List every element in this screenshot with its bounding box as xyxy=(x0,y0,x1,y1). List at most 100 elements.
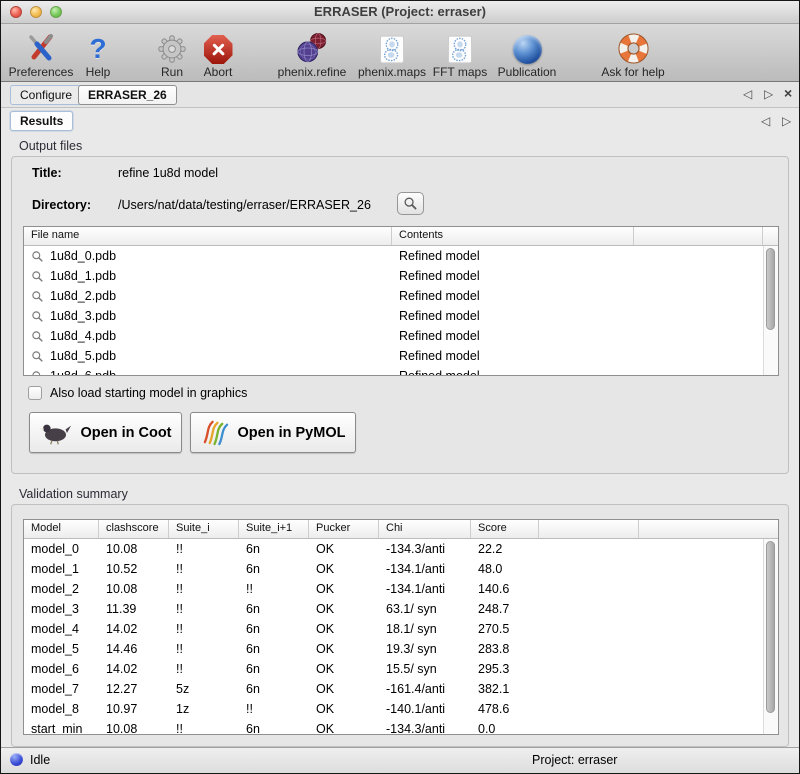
tab-configure[interactable]: Configure xyxy=(10,85,82,105)
tab-erraser-26[interactable]: ERRASER_26 xyxy=(78,85,177,105)
validation-section-title: Validation summary xyxy=(19,487,128,501)
column-header-contents[interactable]: Contents xyxy=(392,227,634,245)
validation-row[interactable]: model_8 10.97 1z !! OK -140.1/anti 478.6 xyxy=(24,699,778,719)
validation-row[interactable]: model_1 10.52 !! 6n OK -134.1/anti 48.0 xyxy=(24,559,778,579)
column-header-empty[interactable] xyxy=(634,227,763,245)
toolbar-item-ask-for-help[interactable]: Ask for help xyxy=(595,27,671,79)
tab-close-icon[interactable]: × xyxy=(784,85,792,101)
cell-suite-i: !! xyxy=(169,722,239,735)
cell-chi: -140.1/anti xyxy=(379,702,471,716)
magnifier-icon xyxy=(31,330,44,343)
file-row[interactable]: 1u8d_2.pdb Refined model xyxy=(24,286,778,306)
cell-clashscore: 12.27 xyxy=(99,682,169,696)
column-header-clashscore[interactable]: clashscore xyxy=(99,520,169,538)
cell-score: 48.0 xyxy=(471,562,539,576)
file-table-scrollbar[interactable] xyxy=(763,246,778,375)
stop-icon xyxy=(204,27,233,66)
cell-score: 140.6 xyxy=(471,582,539,596)
cell-chi: 18.1/ syn xyxy=(379,622,471,636)
file-row[interactable]: 1u8d_4.pdb Refined model xyxy=(24,326,778,346)
file-name: 1u8d_0.pdb xyxy=(50,249,116,263)
load-starting-model-checkbox[interactable] xyxy=(28,386,42,400)
tab-results[interactable]: Results xyxy=(10,111,73,131)
file-name: 1u8d_2.pdb xyxy=(50,289,116,303)
cell-clashscore: 10.52 xyxy=(99,562,169,576)
file-row[interactable]: 1u8d_1.pdb Refined model xyxy=(24,266,778,286)
file-row[interactable]: 1u8d_5.pdb Refined model xyxy=(24,346,778,366)
cell-score: 283.8 xyxy=(471,642,539,656)
cell-chi: 15.5/ syn xyxy=(379,662,471,676)
cell-score: 270.5 xyxy=(471,622,539,636)
cell-suite-i1: !! xyxy=(239,702,309,716)
validation-row[interactable]: model_3 11.39 !! 6n OK 63.1/ syn 248.7 xyxy=(24,599,778,619)
lifebuoy-icon xyxy=(618,27,649,66)
file-row[interactable]: 1u8d_6.pdb Refined model xyxy=(24,366,778,376)
toolbar: Preferences ? Help xyxy=(1,24,799,82)
validation-row[interactable]: model_7 12.27 5z 6n OK -161.4/anti 382.1 xyxy=(24,679,778,699)
cell-pucker: OK xyxy=(309,602,379,616)
file-contents: Refined model xyxy=(392,349,634,363)
file-row[interactable]: 1u8d_0.pdb Refined model xyxy=(24,246,778,266)
validation-row[interactable]: model_4 14.02 !! 6n OK 18.1/ syn 270.5 xyxy=(24,619,778,639)
validation-row[interactable]: model_6 14.02 !! 6n OK 15.5/ syn 295.3 xyxy=(24,659,778,679)
density-map-icon xyxy=(380,27,404,66)
cell-chi: -134.1/anti xyxy=(379,562,471,576)
cell-pucker: OK xyxy=(309,562,379,576)
toolbar-item-run[interactable]: Run xyxy=(149,27,195,79)
column-header-chi[interactable]: Chi xyxy=(379,520,471,538)
validation-row[interactable]: start_min 10.08 !! 6n OK -134.3/anti 0.0 xyxy=(24,719,778,735)
cell-model: model_3 xyxy=(24,602,99,616)
column-header-score[interactable]: Score xyxy=(471,520,539,538)
cell-suite-i: !! xyxy=(169,582,239,596)
cell-chi: -134.3/anti xyxy=(379,722,471,735)
toolbar-item-phenix-refine[interactable]: phenix.refine xyxy=(271,27,353,79)
column-header-pucker[interactable]: Pucker xyxy=(309,520,379,538)
cell-suite-i: !! xyxy=(169,542,239,556)
validation-row[interactable]: model_5 14.46 !! 6n OK 19.3/ syn 283.8 xyxy=(24,639,778,659)
molecule-spheres-icon xyxy=(295,27,329,66)
file-name: 1u8d_5.pdb xyxy=(50,349,116,363)
file-contents: Refined model xyxy=(392,309,634,323)
validation-table-scrollbar[interactable] xyxy=(763,539,778,734)
cell-chi: 19.3/ syn xyxy=(379,642,471,656)
magnifier-icon xyxy=(31,370,44,377)
toolbar-item-preferences[interactable]: Preferences xyxy=(3,27,79,79)
open-in-pymol-button[interactable]: Open in PyMOL xyxy=(190,412,356,453)
toolbar-item-phenix-maps[interactable]: phenix.maps xyxy=(355,27,429,79)
toolbar-label: phenix.refine xyxy=(278,66,347,79)
toolbar-item-publication[interactable]: Publication xyxy=(491,27,563,79)
open-in-coot-label: Open in Coot xyxy=(80,425,171,441)
toolbar-label: Abort xyxy=(204,66,233,79)
validation-row[interactable]: model_0 10.08 !! 6n OK -134.3/anti 22.2 xyxy=(24,539,778,559)
tab-scroll-left-icon[interactable]: ◁ xyxy=(743,87,752,101)
toolbar-item-help[interactable]: ? Help xyxy=(79,27,117,79)
column-header-empty[interactable] xyxy=(539,520,639,538)
status-indicator-icon xyxy=(10,753,23,766)
cell-clashscore: 10.08 xyxy=(99,722,169,735)
validation-row[interactable]: model_2 10.08 !! !! OK -134.1/anti 140.6 xyxy=(24,579,778,599)
scrollbar-thumb[interactable] xyxy=(766,541,775,713)
cell-pucker: OK xyxy=(309,722,379,735)
browse-directory-button[interactable] xyxy=(397,192,424,215)
column-header-model[interactable]: Model xyxy=(24,520,99,538)
globe-icon xyxy=(513,27,542,66)
subtab-scroll-left-icon[interactable]: ◁ xyxy=(761,114,770,128)
magnifier-icon xyxy=(31,250,44,263)
file-row[interactable]: 1u8d_3.pdb Refined model xyxy=(24,306,778,326)
open-in-coot-button[interactable]: Open in Coot xyxy=(29,412,182,453)
tab-scroll-right-icon[interactable]: ▷ xyxy=(764,87,773,101)
cell-clashscore: 10.08 xyxy=(99,542,169,556)
window-title: ERRASER (Project: erraser) xyxy=(1,4,799,19)
toolbar-item-abort[interactable]: Abort xyxy=(193,27,243,79)
toolbar-item-fft-maps[interactable]: FFT maps xyxy=(429,27,491,79)
cell-score: 382.1 xyxy=(471,682,539,696)
column-header-suite-i1[interactable]: Suite_i+1 xyxy=(239,520,309,538)
title-bar: ERRASER (Project: erraser) xyxy=(1,1,799,24)
cell-score: 0.0 xyxy=(471,722,539,735)
subtab-scroll-right-icon[interactable]: ▷ xyxy=(782,114,791,128)
directory-label: Directory: xyxy=(32,198,91,212)
scrollbar-thumb[interactable] xyxy=(766,248,775,330)
column-header-suite-i[interactable]: Suite_i xyxy=(169,520,239,538)
cell-score: 22.2 xyxy=(471,542,539,556)
column-header-file-name[interactable]: File name xyxy=(24,227,392,245)
